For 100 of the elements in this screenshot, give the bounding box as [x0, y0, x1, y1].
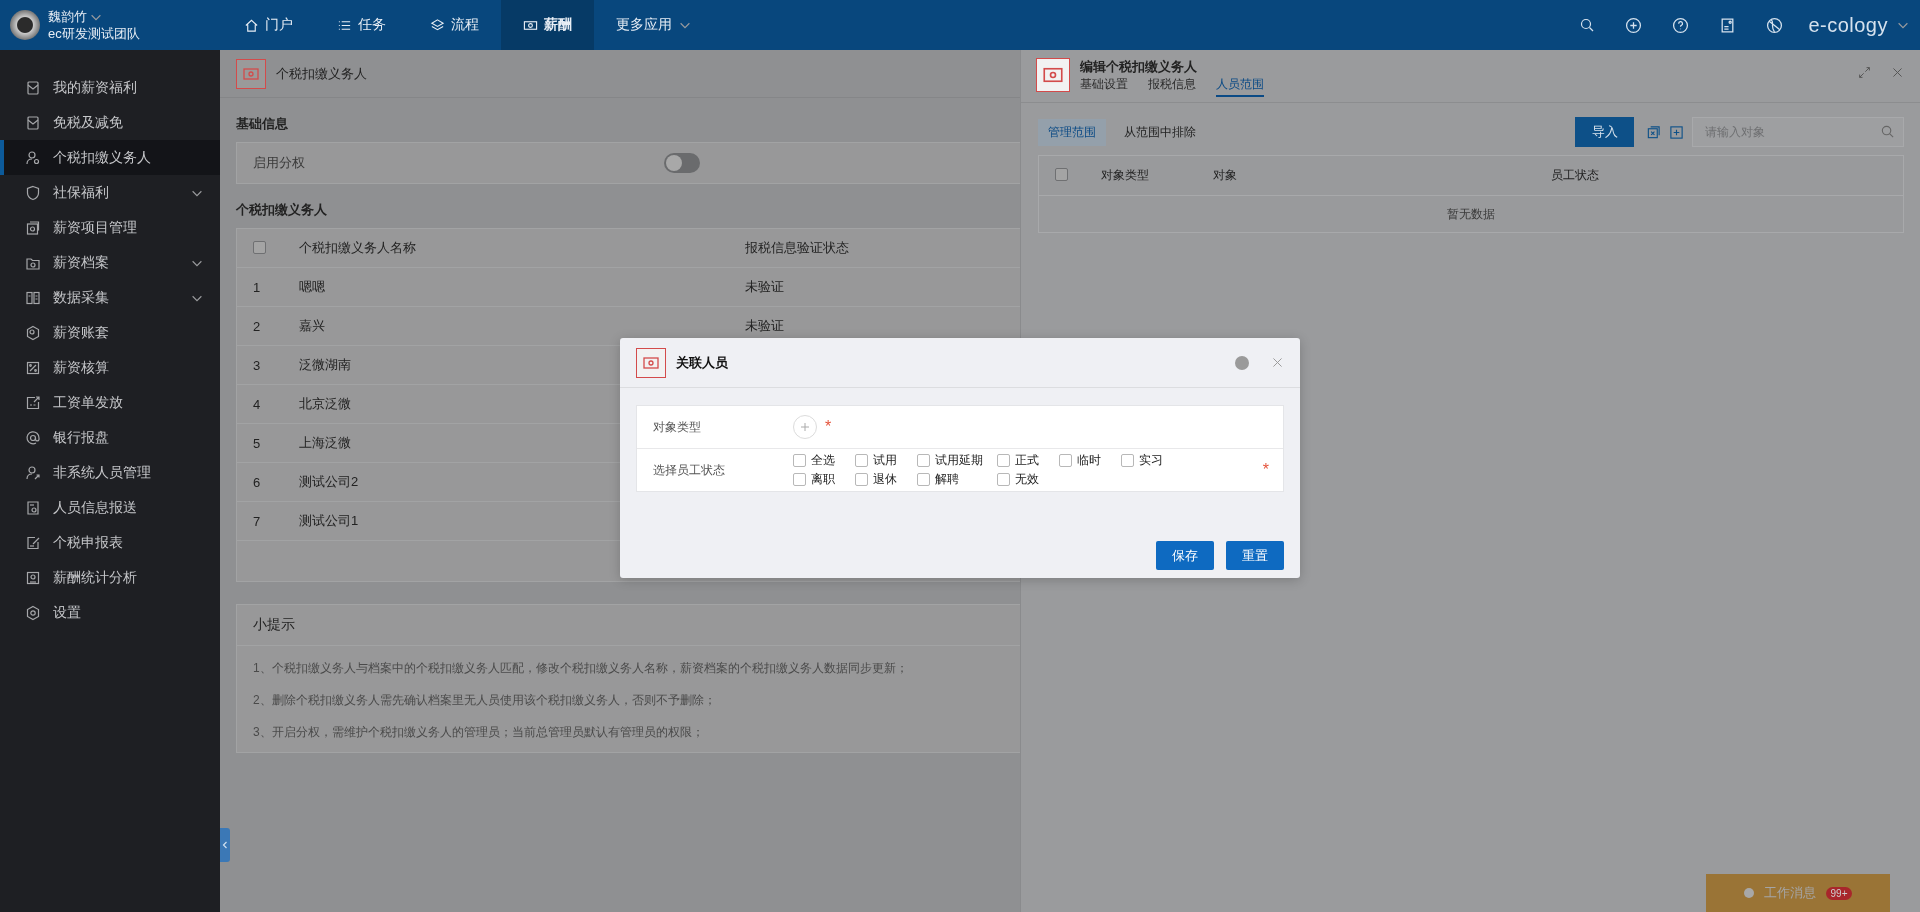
setting-label: 启用分权: [253, 154, 306, 172]
gear-icon: [25, 604, 41, 621]
nav-tab[interactable]: 薪酬: [501, 0, 594, 50]
table-cell: 测试公司1: [299, 513, 359, 528]
sidebar-item[interactable]: 薪资账套: [0, 315, 220, 350]
search-icon: [1579, 17, 1596, 33]
row-number: 5: [253, 435, 261, 451]
empty-message: 暂无数据: [1447, 205, 1495, 223]
user-name[interactable]: 魏韵竹: [48, 8, 87, 25]
row-number: 2: [253, 318, 261, 334]
person-arrow-icon: [25, 464, 41, 481]
export-icon: [25, 394, 41, 411]
section-title: 个税扣缴义务人: [236, 201, 328, 219]
status-checkbox[interactable]: 试用: [855, 452, 903, 469]
sidebar-item[interactable]: 设置: [0, 595, 220, 630]
row-number: 3: [253, 357, 261, 373]
message-button[interactable]: 工作消息 99+: [1706, 874, 1890, 912]
checkbox[interactable]: [253, 240, 266, 254]
shield-icon: [25, 184, 41, 201]
tab[interactable]: 基础设置: [1080, 76, 1128, 97]
sidebar-item[interactable]: 薪资核算: [0, 350, 220, 385]
status-checkbox[interactable]: 临时: [1059, 452, 1107, 469]
sidebar-item[interactable]: 人员信息报送: [0, 490, 220, 525]
status-checkbox[interactable]: 试用延期: [917, 452, 983, 469]
column-header: 个税扣缴义务人名称: [299, 240, 416, 255]
sidebar-item[interactable]: 薪资档案: [0, 245, 220, 280]
collapse-handle[interactable]: [220, 828, 230, 862]
checkbox[interactable]: [1055, 168, 1068, 181]
mail-icon: [25, 114, 41, 131]
person-icon: [25, 149, 41, 166]
mail-icon: [25, 79, 41, 96]
table-cell: 嗯嗯: [299, 279, 325, 294]
team-name: ec研发测试团队: [48, 25, 140, 42]
status-checkbox[interactable]: 全选: [793, 452, 841, 469]
column-header: 对象类型: [1101, 168, 1149, 182]
column-header: 员工状态: [1551, 168, 1599, 182]
tips-title: 小提示: [253, 616, 295, 634]
status-checkbox[interactable]: 离职: [793, 471, 841, 488]
search-icon: [1880, 124, 1895, 139]
field-label: 选择员工状态: [653, 461, 726, 479]
money-icon: [236, 58, 266, 89]
row-number: 6: [253, 474, 261, 490]
sidebar-item[interactable]: 非系统人员管理: [0, 455, 220, 490]
tip-text: 2、删除个税扣缴义务人需先确认档案里无人员使用该个税扣缴义务人，否则不予删除；: [253, 692, 717, 709]
field-label: 对象类型: [653, 418, 702, 436]
sidebar-item[interactable]: 个税申报表: [0, 525, 220, 560]
sidebar-item[interactable]: 数据采集: [0, 280, 220, 315]
toggle-switch[interactable]: [664, 153, 700, 173]
sidebar-item[interactable]: 薪资项目管理: [0, 210, 220, 245]
column-header: 对象: [1213, 168, 1237, 182]
columns-icon: [25, 289, 41, 306]
required-mark: *: [825, 418, 832, 436]
dialog-button[interactable]: 重置: [1226, 541, 1284, 570]
status-checkbox[interactable]: 实习: [1121, 452, 1169, 469]
plus-icon: [800, 422, 810, 432]
sidebar-item[interactable]: 个税扣缴义务人: [0, 140, 220, 175]
sidebar-item[interactable]: 我的薪资福利: [0, 70, 220, 105]
table-cell: 测试公司2: [299, 474, 359, 489]
status-checkbox[interactable]: 退休: [855, 471, 903, 488]
sidebar-item[interactable]: 社保福利: [0, 175, 220, 210]
status-checkbox[interactable]: 正式: [997, 452, 1045, 469]
column-header: 报税信息验证状态: [745, 239, 849, 257]
import-button[interactable]: 导入: [1575, 117, 1634, 147]
tab[interactable]: 报税信息: [1148, 76, 1196, 97]
chart-icon: [25, 569, 41, 586]
sidebar-item[interactable]: 工资单发放: [0, 385, 220, 420]
row-number: 1: [253, 279, 261, 295]
hexagon-icon: [25, 324, 41, 341]
sidebar-item[interactable]: 银行报盘: [0, 420, 220, 455]
table-cell: 未验证: [745, 317, 784, 335]
layers-icon: [430, 17, 445, 33]
dialog-button[interactable]: 保存: [1156, 541, 1214, 570]
nav-tab[interactable]: 门户: [222, 0, 315, 50]
sidebar-item[interactable]: 薪酬统计分析: [0, 560, 220, 595]
add-box-icon: [1669, 124, 1684, 140]
avatar[interactable]: [10, 10, 40, 40]
row-number: 4: [253, 396, 261, 412]
close-icon: [1271, 356, 1284, 369]
tip-text: 3、开启分权，需维护个税扣缴义务人的管理员；当前总管理员默认有管理员的权限；: [253, 724, 705, 741]
percent-icon: [25, 359, 41, 376]
panel-title: 编辑个税扣缴义务人: [1080, 58, 1198, 76]
table-cell: 上海泛微: [299, 435, 351, 450]
sub-tab[interactable]: 管理范围: [1038, 118, 1106, 146]
frame-icon: [25, 219, 41, 236]
nav-tab[interactable]: 更多应用: [594, 0, 714, 50]
nav-tab[interactable]: 流程: [408, 0, 501, 50]
status-checkbox[interactable]: 无效: [997, 471, 1045, 488]
sub-tab[interactable]: 从范围中排除: [1114, 118, 1206, 146]
expand-icon: [1858, 66, 1871, 79]
table-cell: 嘉兴: [299, 318, 325, 333]
plus-circle-icon: [1625, 16, 1643, 34]
nav-tab[interactable]: 任务: [315, 0, 408, 50]
table-cell: 泛微湖南: [299, 357, 351, 372]
sidebar-item[interactable]: 免税及减免: [0, 105, 220, 140]
section-title: 基础信息: [236, 115, 289, 133]
edit-icon: [25, 534, 41, 551]
home-icon: [244, 17, 259, 33]
brand-logo[interactable]: e-cology: [1808, 13, 1888, 37]
status-checkbox[interactable]: 解聘: [917, 471, 983, 488]
table-cell: 北京泛微: [299, 396, 351, 411]
